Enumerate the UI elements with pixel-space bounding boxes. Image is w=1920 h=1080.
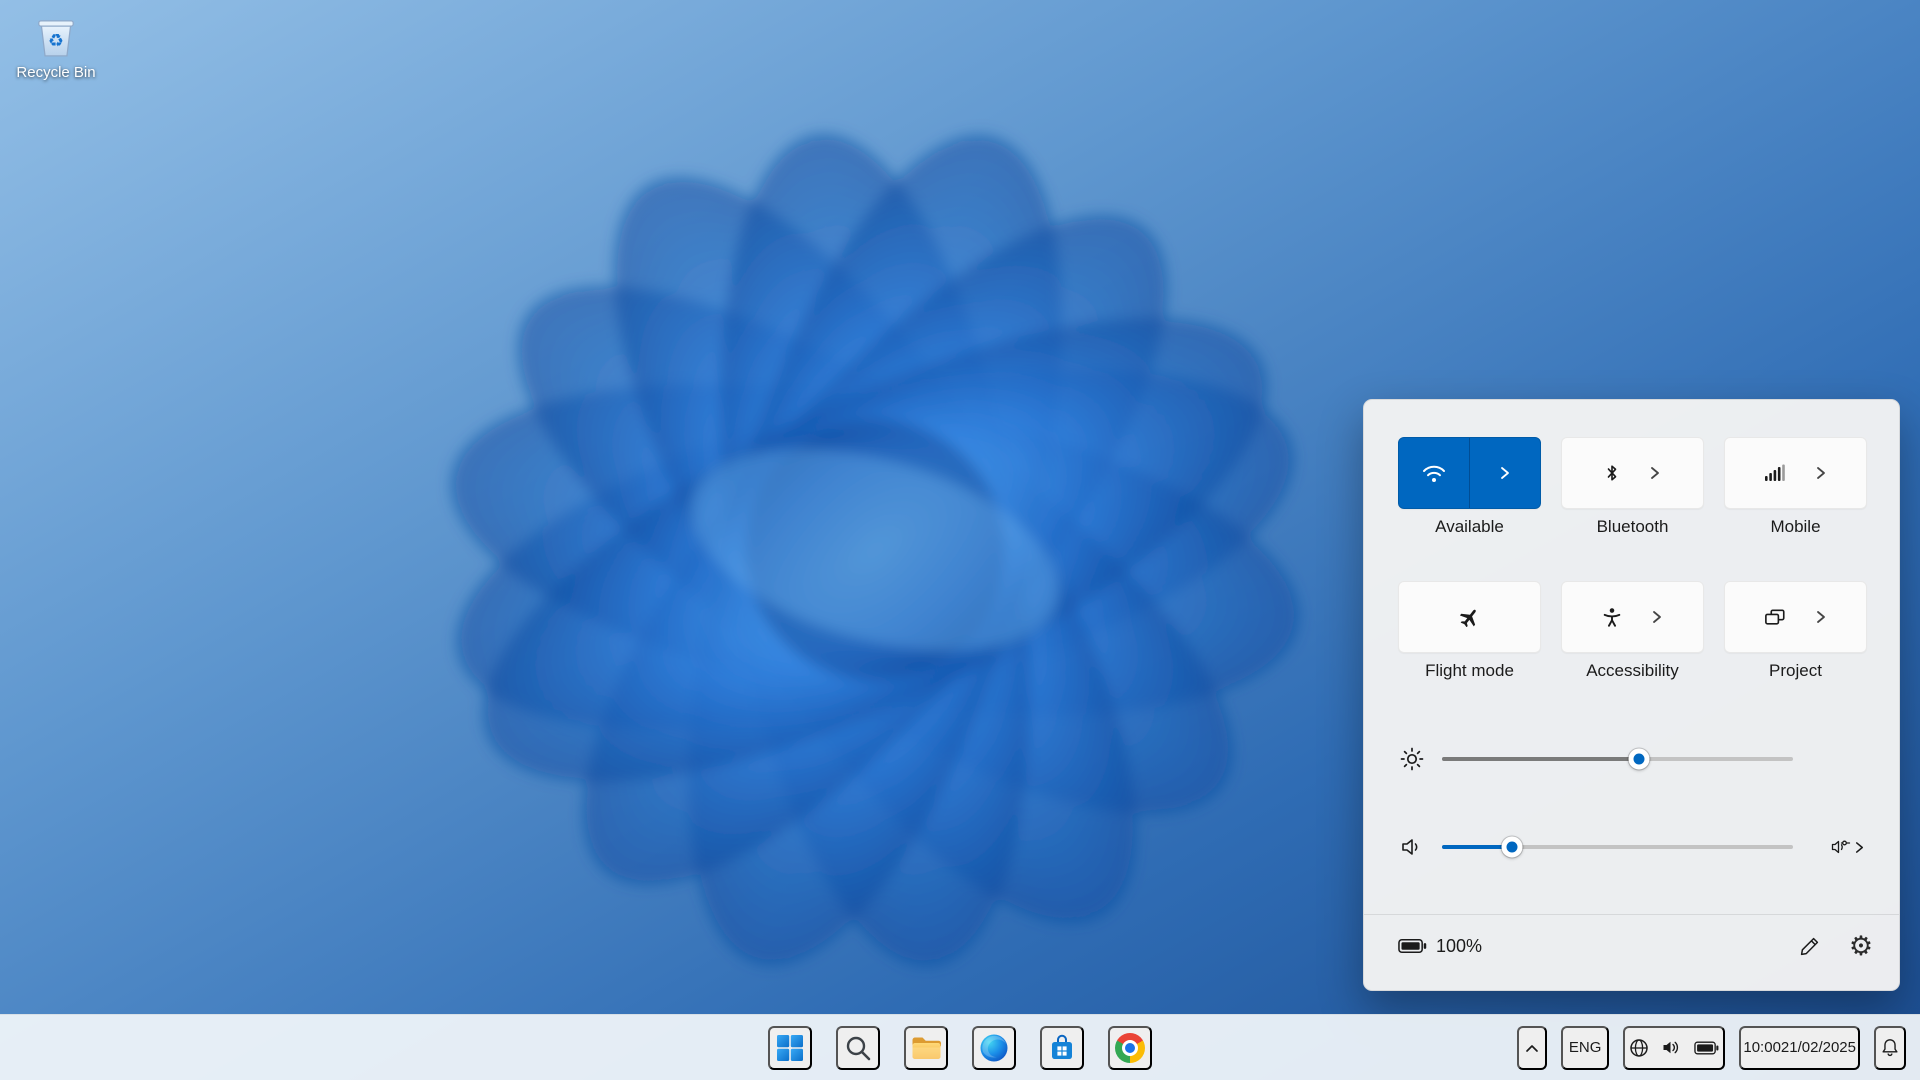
brightness-row — [1398, 747, 1865, 771]
file-explorer-icon — [911, 1035, 942, 1061]
quick-settings-panel: Available Bluetooth — [1363, 399, 1900, 991]
brightness-slider[interactable] — [1442, 757, 1793, 761]
mobile-tile-label: Mobile — [1770, 517, 1820, 539]
wifi-expand-button[interactable] — [1469, 438, 1540, 508]
file-explorer-button[interactable] — [904, 1026, 948, 1070]
edge-icon — [979, 1033, 1009, 1063]
tile-row-2: Flight mode — [1398, 581, 1865, 683]
airplane-icon — [1460, 608, 1479, 627]
battery-percent-label: 100% — [1436, 936, 1482, 957]
chevron-right-icon — [1651, 610, 1663, 624]
tile-group-mobile: Mobile — [1724, 437, 1867, 539]
brightness-sun-icon — [1398, 747, 1426, 771]
speaker-icon — [1398, 837, 1426, 857]
microsoft-store-button[interactable] — [1040, 1026, 1084, 1070]
chevron-right-icon — [1649, 466, 1661, 480]
chrome-icon — [1115, 1033, 1145, 1063]
tile-group-project: Project — [1724, 581, 1867, 683]
quick-settings-tiles: Available Bluetooth — [1398, 437, 1865, 683]
network-globe-icon — [1629, 1038, 1649, 1058]
volume-row-end — [1809, 838, 1865, 856]
battery-status-button[interactable]: 100% — [1398, 928, 1482, 964]
accessibility-button[interactable] — [1561, 581, 1704, 653]
accessibility-expand — [1651, 610, 1663, 624]
svg-text:♻: ♻ — [48, 31, 64, 51]
tile-group-flight-mode: Flight mode — [1398, 581, 1541, 683]
windows-logo-icon — [776, 1034, 804, 1062]
sound-output-icon — [1831, 838, 1851, 856]
taskbar-tray: ENG 10:00 — [1517, 1015, 1920, 1080]
edit-quick-settings-button[interactable] — [1791, 928, 1827, 964]
cellular-signal-icon — [1765, 464, 1785, 482]
volume-slider-thumb[interactable] — [1502, 837, 1523, 858]
system-tray-status-button[interactable] — [1623, 1026, 1725, 1070]
tray-date: 21/02/2025 — [1781, 1038, 1856, 1057]
volume-tray-icon — [1662, 1039, 1681, 1056]
tray-time: 10:00 — [1743, 1038, 1781, 1057]
sound-output-button[interactable] — [1831, 838, 1865, 856]
search-button[interactable] — [836, 1026, 880, 1070]
mobile-button[interactable] — [1724, 437, 1867, 509]
flight-mode-button[interactable] — [1398, 581, 1541, 653]
volume-slider[interactable] — [1442, 845, 1793, 849]
chevron-right-icon — [1854, 841, 1865, 854]
chevron-right-icon — [1815, 610, 1827, 624]
gear-icon: ⚙ — [1849, 933, 1873, 960]
chrome-browser-button[interactable] — [1108, 1026, 1152, 1070]
battery-tray-icon — [1694, 1041, 1719, 1055]
recycle-bin-icon[interactable]: ♻ Recycle Bin — [8, 12, 104, 81]
notifications-button[interactable] — [1874, 1026, 1906, 1070]
tile-group-bluetooth: Bluetooth — [1561, 437, 1704, 539]
language-indicator[interactable]: ENG — [1561, 1026, 1610, 1070]
edge-browser-button[interactable] — [972, 1026, 1016, 1070]
mobile-expand — [1815, 466, 1827, 480]
bluetooth-tile-label: Bluetooth — [1597, 517, 1669, 539]
clock[interactable]: 10:00 21/02/2025 — [1739, 1026, 1860, 1070]
project-tile-label: Project — [1769, 661, 1822, 683]
wifi-tile — [1398, 437, 1541, 509]
volume-row — [1398, 837, 1865, 857]
tile-row-1: Available Bluetooth — [1398, 437, 1865, 539]
microsoft-store-icon — [1048, 1034, 1076, 1062]
desktop: ♻ Recycle Bin — [0, 0, 1920, 1080]
settings-button[interactable]: ⚙ — [1843, 928, 1879, 964]
recycle-bin-glyph: ♻ — [32, 12, 80, 60]
pencil-icon — [1799, 936, 1820, 957]
chevron-right-icon — [1499, 466, 1511, 480]
wifi-toggle-button[interactable] — [1399, 438, 1469, 508]
accessibility-tile-label: Accessibility — [1586, 661, 1679, 683]
battery-icon — [1398, 938, 1427, 954]
project-screens-icon — [1765, 609, 1785, 626]
accessibility-person-icon — [1603, 608, 1621, 627]
tile-group-accessibility: Accessibility — [1561, 581, 1704, 683]
bluetooth-button[interactable] — [1561, 437, 1704, 509]
wifi-tile-label: Available — [1435, 517, 1504, 539]
bluetooth-icon — [1605, 463, 1619, 483]
bell-icon — [1879, 1037, 1901, 1059]
brightness-slider-thumb[interactable] — [1628, 749, 1649, 770]
brightness-slider-fill — [1442, 757, 1639, 761]
tile-group-wifi: Available — [1398, 437, 1541, 539]
bluetooth-expand — [1649, 466, 1661, 480]
hidden-icons-button[interactable] — [1517, 1026, 1547, 1070]
flight-mode-tile-label: Flight mode — [1425, 661, 1514, 683]
start-button[interactable] — [768, 1026, 812, 1070]
chevron-up-icon — [1525, 1043, 1539, 1053]
taskbar: ENG 10:00 — [0, 1014, 1920, 1080]
recycle-bin-label: Recycle Bin — [16, 64, 95, 81]
wifi-icon — [1422, 464, 1446, 483]
quick-settings-footer: 100% ⚙ — [1364, 914, 1899, 964]
search-icon — [844, 1034, 872, 1062]
project-expand — [1815, 610, 1827, 624]
chevron-right-icon — [1815, 466, 1827, 480]
project-button[interactable] — [1724, 581, 1867, 653]
